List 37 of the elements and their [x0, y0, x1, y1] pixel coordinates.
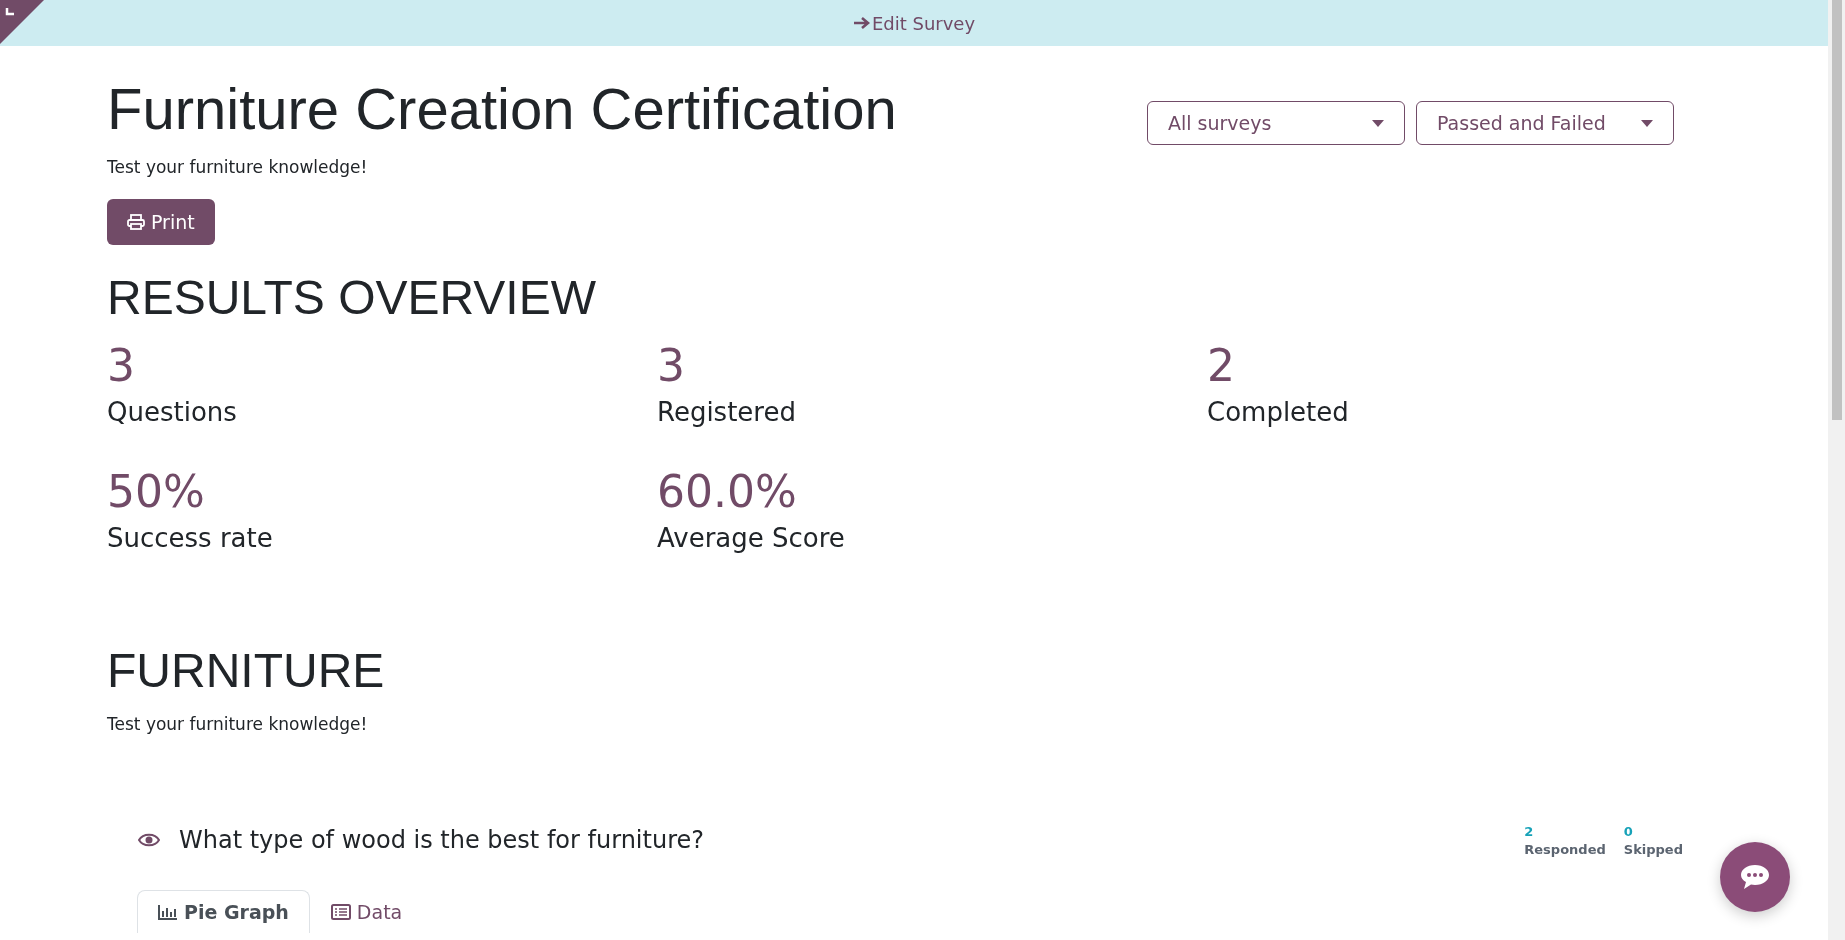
- eye-icon[interactable]: [138, 833, 160, 848]
- stat-value: 50%: [107, 466, 206, 520]
- stat-label: Completed: [1207, 397, 1350, 428]
- chat-bubble-icon: [1740, 864, 1770, 890]
- stat-label: Registered: [657, 397, 797, 428]
- stat-value: 3: [107, 340, 136, 394]
- section-heading: FURNITURE: [107, 643, 386, 700]
- caret-icon: [1372, 119, 1384, 127]
- list-icon: [330, 903, 351, 920]
- count-label: Skipped: [1623, 841, 1683, 857]
- survey-title: Furniture Creation Certification: [107, 76, 897, 143]
- stat-value: 60.0%: [657, 466, 798, 520]
- count-value: 0: [1623, 823, 1634, 839]
- print-button[interactable]: Print: [107, 198, 215, 245]
- arrow-right-icon: [852, 16, 870, 30]
- question-title: What type of wood is the best for furniture?: [179, 826, 705, 855]
- view-tab[interactable]: Data: [309, 889, 424, 933]
- stat-value: 3: [657, 340, 686, 394]
- count-label: Responded: [1524, 841, 1606, 857]
- view-tab[interactable]: Pie Graph: [137, 889, 310, 933]
- printer-icon: [127, 213, 145, 230]
- stat-value: 2: [1207, 340, 1236, 394]
- stat-label: Average Score: [657, 523, 846, 554]
- stat-label: Questions: [107, 397, 238, 428]
- chat-button[interactable]: [1720, 842, 1790, 912]
- corner-fold-icon[interactable]: [0, 0, 44, 44]
- filter-dropdown[interactable]: Passed and Failed: [1416, 101, 1674, 145]
- caret-icon: [1641, 119, 1653, 127]
- survey-description: Test your furniture knowledge!: [107, 156, 369, 177]
- scrollbar[interactable]: [1828, 0, 1845, 940]
- bar-chart-icon: [158, 903, 178, 920]
- stat-label: Success rate: [107, 523, 274, 554]
- edit-survey-link[interactable]: Edit Survey: [852, 12, 976, 34]
- count-value: 2: [1524, 823, 1535, 839]
- section-heading: RESULTS OVERVIEW: [107, 269, 597, 326]
- filter-dropdown[interactable]: All surveys: [1147, 101, 1405, 145]
- section-description: Test your furniture knowledge!: [107, 713, 369, 734]
